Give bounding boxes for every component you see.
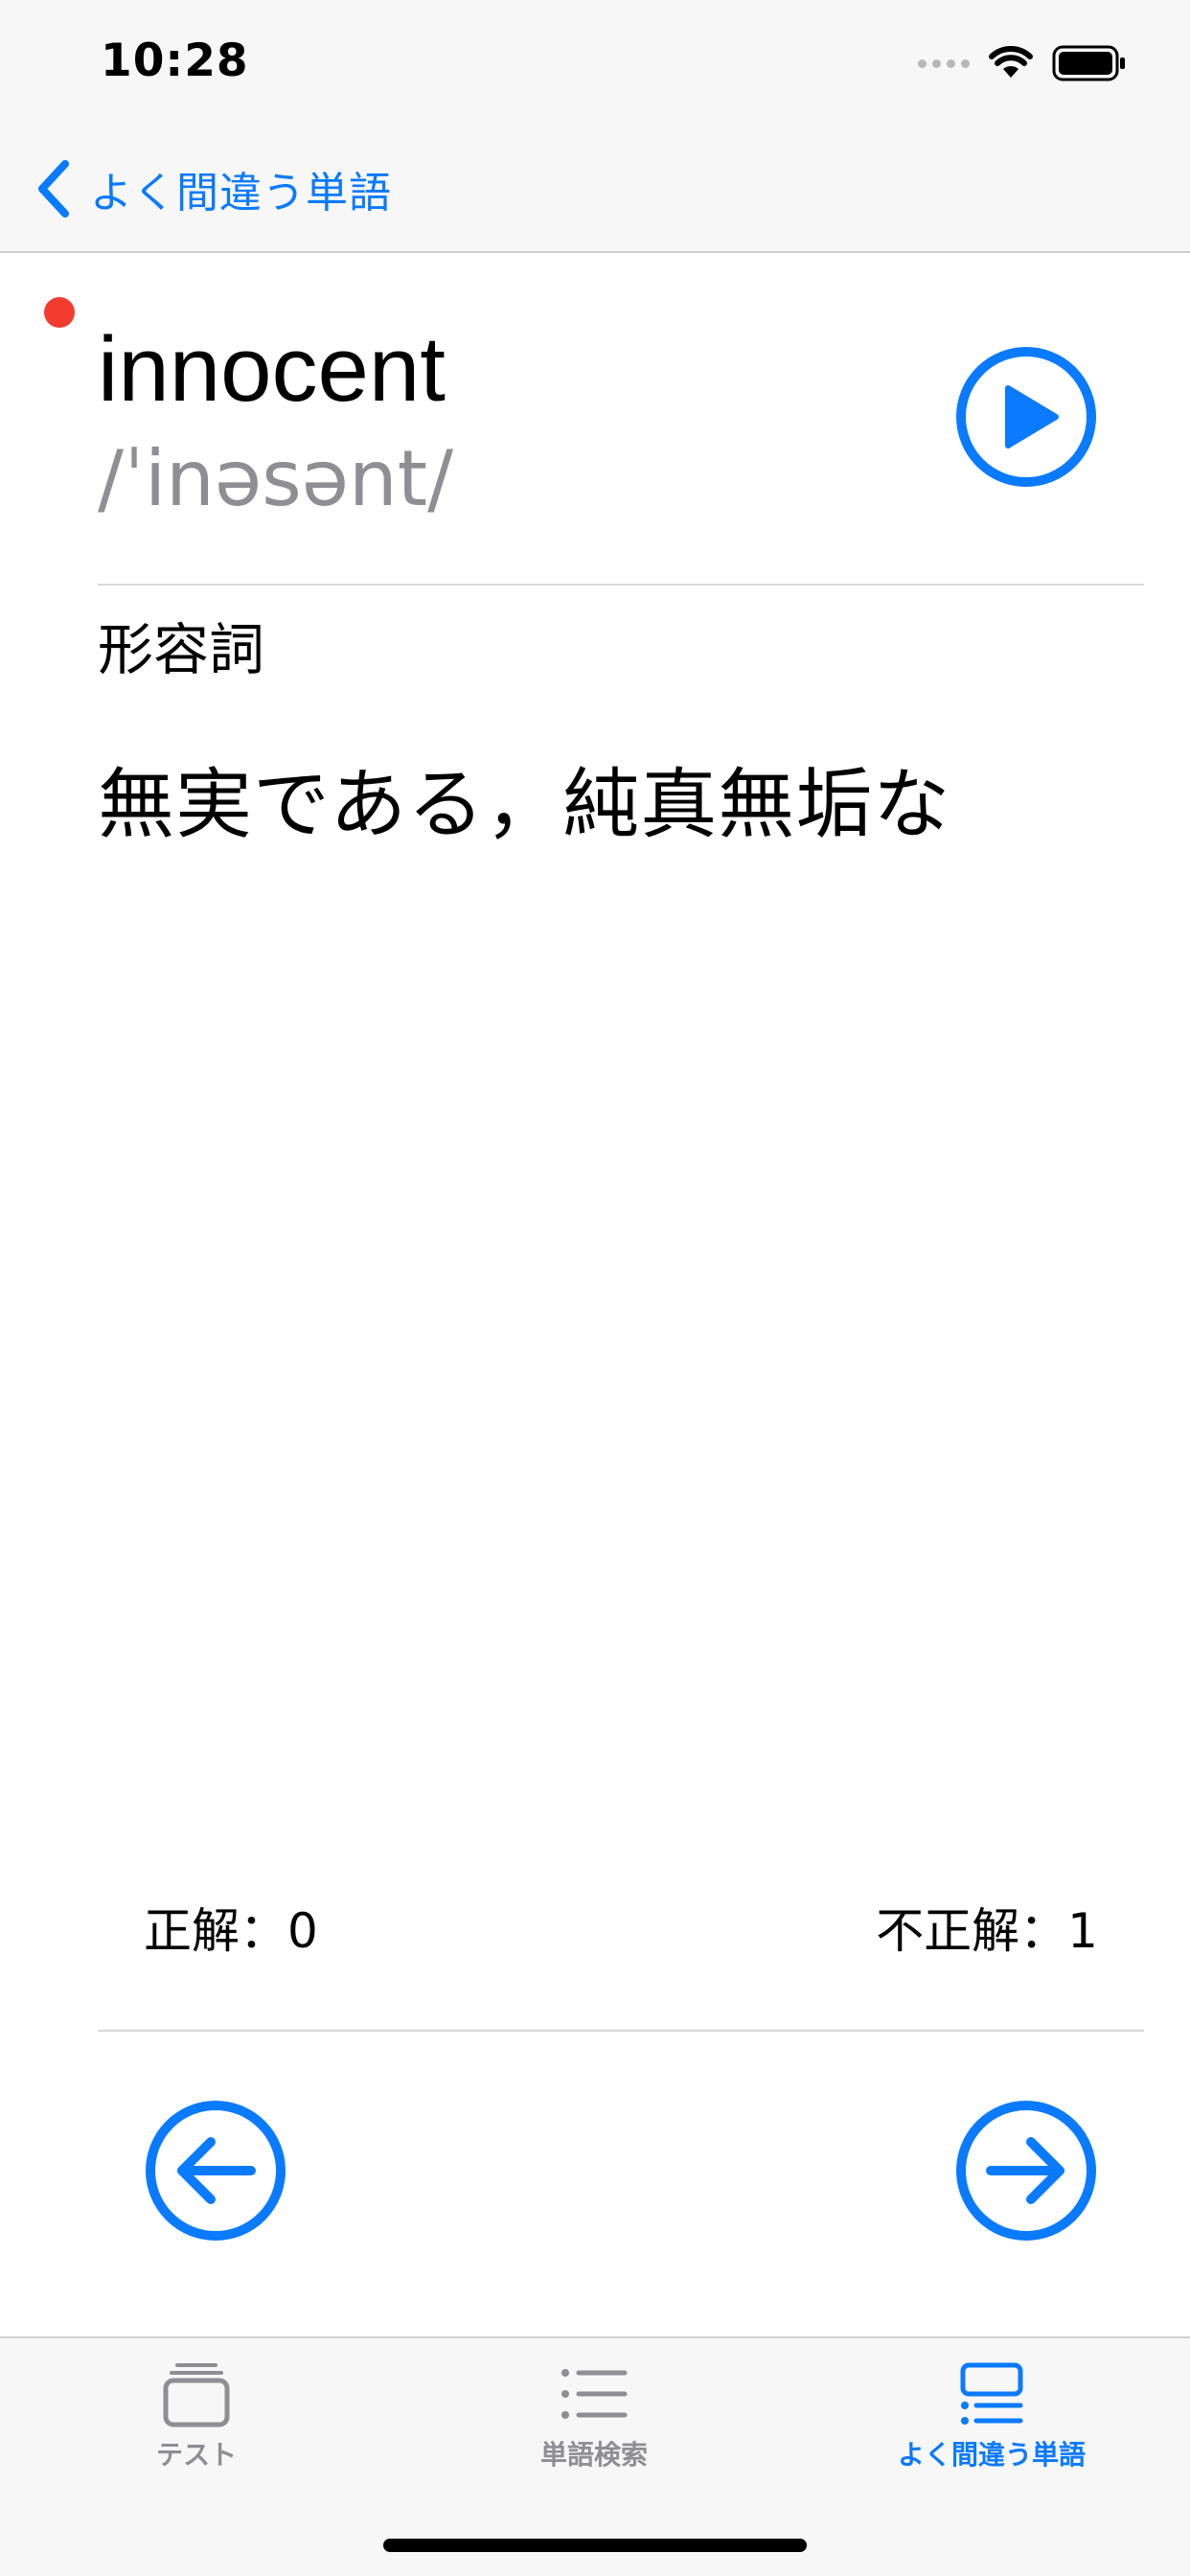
arrow-left-circle-icon — [177, 2137, 256, 2204]
chevron-left-icon — [38, 160, 69, 218]
wifi-icon — [989, 46, 1033, 78]
tab-bar: テスト 単語検索 よく間違う単語 — [0, 2336, 1190, 2576]
play-pronunciation-button[interactable] — [954, 345, 1098, 489]
correct-count: 正解：0 — [144, 1903, 318, 1959]
status-time: 10:28 — [101, 34, 249, 87]
list-card-icon — [960, 2362, 1023, 2425]
tab-word-search[interactable]: 単語検索 — [450, 2361, 738, 2486]
divider — [98, 584, 1144, 586]
next-word-button[interactable] — [954, 2099, 1098, 2242]
top-bar: 10:28 よく間違う単語 — [0, 0, 1190, 253]
battery-icon — [1052, 45, 1125, 81]
part-of-speech: 形容詞 — [98, 617, 265, 682]
play-circle-icon — [1005, 385, 1059, 448]
word-pronunciation: /ˈinəsənt/ — [98, 434, 454, 523]
word-detail-screen: 10:28 よく間違う単語 innocent /ˈinəsənt/ 形容詞 無実… — [0, 0, 1190, 2576]
home-indicator[interactable] — [383, 2539, 807, 2552]
incorrect-count: 不正解：1 — [876, 1903, 1098, 1959]
tab-test[interactable]: テスト — [53, 2361, 340, 2486]
tab-label: 単語検索 — [539, 2439, 648, 2471]
tab-label: よく間違う単語 — [897, 2439, 1086, 2471]
tab-label: テスト — [155, 2439, 237, 2471]
list-icon — [561, 2369, 628, 2419]
unread-indicator-dot — [44, 297, 75, 328]
previous-word-button[interactable] — [144, 2099, 287, 2242]
word-meaning: 無実である，純真無垢な — [98, 760, 951, 849]
signal-icon — [918, 58, 970, 68]
status-icons — [918, 42, 1127, 84]
back-button-label: よく間違う単語 — [90, 169, 392, 218]
divider — [98, 2030, 1144, 2032]
word-term: innocent — [98, 318, 446, 421]
arrow-right-circle-icon — [986, 2137, 1064, 2204]
tab-frequent-mistakes[interactable]: よく間違う単語 — [848, 2361, 1135, 2486]
back-button[interactable]: よく間違う単語 — [34, 153, 392, 224]
cards-stack-icon — [163, 2363, 230, 2427]
